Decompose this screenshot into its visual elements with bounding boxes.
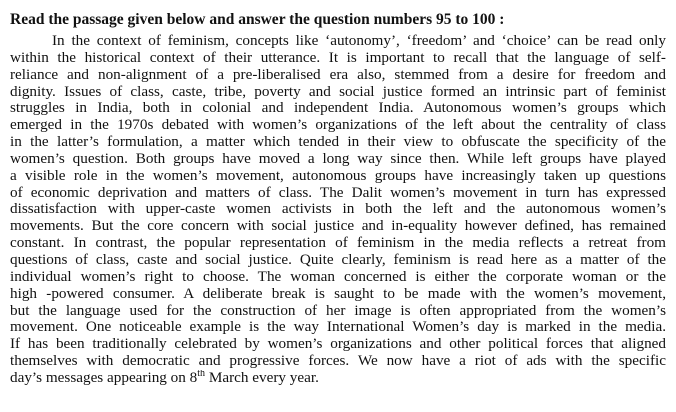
passage-line: dignity. Issues of class, caste, tribe, … [10,83,666,100]
passage-line: reliance and non-alignment of a pre-libe… [10,66,666,83]
passage-line: struggles in India, both in colonial and… [10,100,666,117]
passage-line: individual women’s right to choose. The … [10,268,666,285]
last-line-after: March every year. [205,369,319,386]
question-heading: Read the passage given below and answer … [10,11,505,28]
passage-line: If has been traditionally celebrated by … [10,336,666,353]
passage-line: constant. In contrast, the popular repre… [10,235,666,252]
passage-line: women’s question. Both groups have moved… [10,150,666,167]
passage-line: movements. But the core concern with soc… [10,218,666,235]
passage-line: themselves with democratic and progressi… [10,353,666,370]
passage-line: emerged in the 1970s debated with women’… [10,117,666,134]
passage-line: within the historical context of their u… [10,49,666,66]
passage-line: but the language used for the constructi… [10,302,666,319]
passage-line: high -powered consumer. A deliberate bre… [10,285,666,302]
passage-line: dissatisfaction with upper-caste women a… [10,201,666,218]
passage-line: of economic deprivation and matters of c… [10,184,666,201]
passage-line: in the latter’s formulation, a matter wh… [10,134,666,151]
passage-last-line: day’s messages appearing on 8th March ev… [10,370,666,387]
ordinal-superscript: th [197,369,206,379]
passage-line: In the context of feminism, concepts lik… [52,33,666,49]
last-line-before: day’s messages appearing on 8 [10,369,198,386]
document-page: Read the passage given below and answer … [0,0,676,412]
passage-line: questions of class, caste and social jus… [10,251,666,268]
passage-line: a visible role in the women’s movement, … [10,167,666,184]
passage-line: movement. One noticeable example is the … [10,319,666,336]
passage: In the context of feminism, concepts lik… [10,33,666,387]
